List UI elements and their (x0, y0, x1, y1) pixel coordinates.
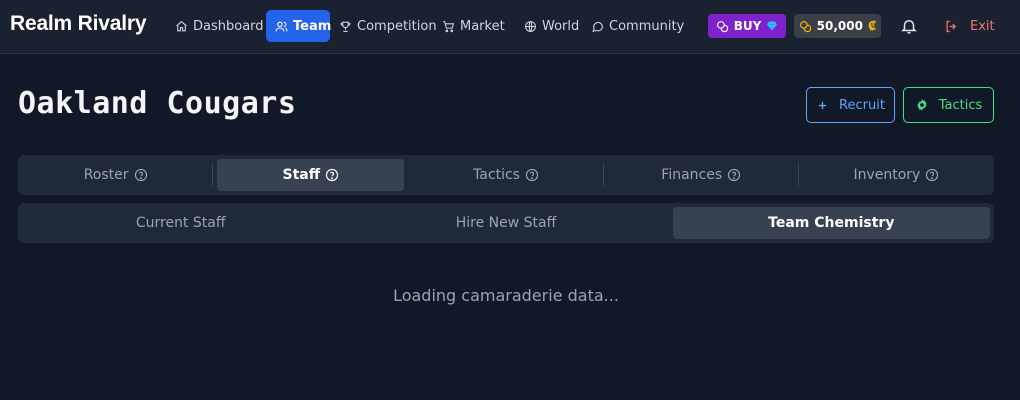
nav-dashboard-label: Dashboard (193, 18, 264, 34)
tactics-button[interactable]: Tactics (903, 87, 994, 123)
cart-icon (443, 20, 455, 32)
chat-bubble-icon (592, 21, 603, 32)
recruit-button[interactable]: Recruit (806, 87, 895, 123)
tab-inventory[interactable]: Inventory (797, 159, 990, 191)
brand-logo[interactable]: Realm Rivalry (10, 12, 147, 36)
nav-team[interactable]: Team (266, 10, 332, 42)
exit-button[interactable]: Exit (944, 15, 995, 37)
team-section-tabs: Roster Staff Tactics Finances Inventory (18, 155, 994, 195)
nav-dashboard[interactable]: Dashboard (166, 10, 264, 42)
home-icon (176, 20, 187, 31)
credits-balance: 50,000 ₡ (794, 14, 881, 38)
logout-icon (946, 20, 957, 32)
gear-icon (917, 99, 927, 111)
nav-team-label: Team (293, 18, 332, 34)
main-nav: Dashboard Team Competition Market World … (166, 10, 684, 42)
tactics-label: Tactics (938, 97, 983, 113)
users-icon (275, 21, 288, 31)
bell-icon[interactable] (900, 16, 918, 36)
tab-tactics[interactable]: Tactics (412, 159, 599, 191)
help-circle-icon[interactable] (925, 168, 939, 182)
globe-icon (525, 20, 536, 32)
coins-icon (716, 20, 728, 32)
tab-finances[interactable]: Finances (602, 159, 795, 191)
tab-roster-label: Roster (83, 167, 129, 183)
tab-roster[interactable]: Roster (22, 159, 209, 191)
subtab-team-chemistry[interactable]: Team Chemistry (672, 207, 990, 239)
gem-icon (767, 21, 778, 31)
buy-gems-button[interactable]: BUY (708, 14, 786, 38)
tab-staff-label: Staff (282, 167, 321, 183)
staff-subtabs: Current Staff Hire New Staff Team Chemis… (18, 203, 994, 243)
tab-inventory-label: Inventory (853, 167, 921, 183)
nav-community[interactable]: Community (582, 10, 684, 42)
nav-market[interactable]: Market (433, 10, 515, 42)
tab-tactics-label: Tactics (473, 167, 520, 183)
nav-competition-label: Competition (357, 18, 437, 34)
page-title: Oakland Cougars (18, 86, 297, 121)
help-circle-icon[interactable] (134, 168, 148, 182)
plus-icon (818, 101, 827, 109)
exit-label: Exit (970, 18, 995, 34)
nav-world[interactable]: World (515, 10, 582, 42)
nav-competition[interactable]: Competition (330, 10, 437, 42)
tab-finances-label: Finances (661, 167, 723, 183)
subtab-hire-new-staff[interactable]: Hire New Staff (347, 207, 664, 239)
recruit-label: Recruit (839, 97, 885, 113)
loading-message: Loading camaraderie data... (393, 286, 619, 305)
coins-icon (799, 20, 811, 32)
help-circle-icon[interactable] (727, 168, 741, 182)
currency-symbol: ₡ (867, 19, 877, 33)
nav-world-label: World (542, 18, 580, 34)
nav-market-label: Market (460, 18, 505, 34)
credits-amount: 50,000 (816, 19, 863, 33)
help-circle-icon[interactable] (525, 168, 539, 182)
trophy-icon (340, 21, 351, 32)
nav-community-label: Community (609, 18, 685, 34)
buy-label: BUY (733, 19, 762, 33)
top-navbar: Realm Rivalry Dashboard Team Competition… (0, 0, 1020, 54)
tab-staff[interactable]: Staff (212, 159, 405, 191)
subtab-current-staff[interactable]: Current Staff (22, 207, 339, 239)
help-circle-icon[interactable] (325, 168, 339, 182)
